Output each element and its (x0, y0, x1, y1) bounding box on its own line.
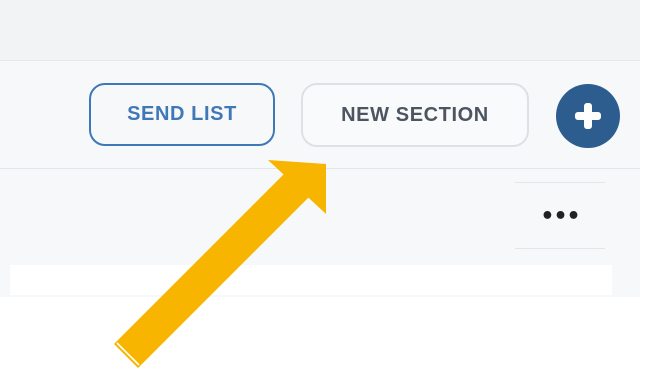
new-section-button[interactable]: NEW SECTION (301, 83, 529, 147)
top-strip (0, 0, 640, 61)
add-button[interactable] (556, 84, 620, 148)
divider (515, 182, 605, 183)
screen: SEND LIST NEW SECTION ••• (0, 0, 654, 372)
more-options-button[interactable]: ••• (530, 198, 590, 234)
content-area (10, 265, 612, 295)
arrow-tail-stripe (112, 346, 136, 370)
divider (515, 248, 605, 249)
plus-icon (575, 103, 601, 129)
send-list-button[interactable]: SEND LIST (89, 83, 275, 146)
arrow-tail-stripe (116, 342, 140, 366)
